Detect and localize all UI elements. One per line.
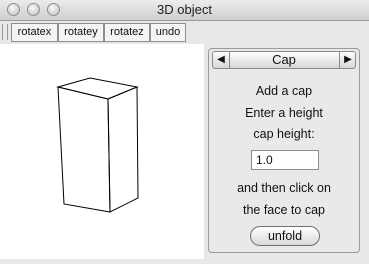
rotatey-button[interactable]: rotatey	[58, 23, 104, 42]
side-face[interactable]	[107, 86, 139, 213]
front-face[interactable]	[57, 86, 111, 213]
title-bar: 3D object	[0, 0, 369, 21]
undo-button[interactable]: undo	[150, 23, 186, 42]
unfold-button[interactable]: unfold	[250, 226, 320, 246]
toolbar-grip[interactable]	[2, 24, 8, 40]
window-title: 3D object	[157, 2, 212, 17]
instruction-line: and then click on	[237, 181, 331, 195]
previous-arrow-icon[interactable]: ◀	[213, 52, 229, 68]
mode-label: Cap	[272, 52, 296, 67]
next-arrow-icon[interactable]: ▶	[340, 52, 356, 68]
instruction-line: Add a cap	[255, 84, 313, 98]
cap-height-label: cap height:	[253, 127, 315, 141]
toolbar: rotatex rotatey rotatez undo	[0, 21, 369, 44]
instruction-line: the face to cap	[242, 203, 325, 217]
mode-selector: ◀ Cap ▶	[212, 51, 356, 69]
rotatex-button[interactable]: rotatex	[11, 23, 58, 42]
3d-canvas[interactable]	[0, 44, 204, 259]
instruction-line: Enter a height	[245, 106, 323, 120]
cap-height-input[interactable]: 1.0	[251, 150, 319, 170]
box-wireframe	[56, 77, 139, 213]
tool-panel: ◀ Cap ▶ Add a cap Enter a height cap hei…	[208, 48, 360, 253]
rotatez-button[interactable]: rotatez	[104, 23, 150, 42]
top-face[interactable]	[56, 77, 139, 100]
